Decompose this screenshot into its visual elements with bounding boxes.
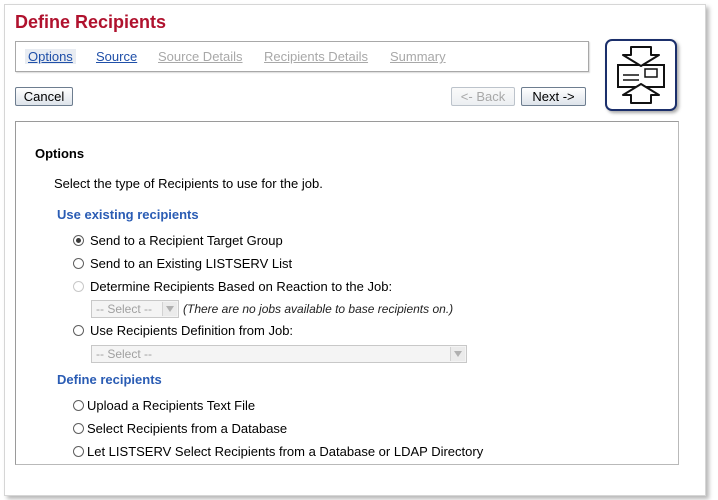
page-title: Define Recipients [15, 12, 167, 32]
cancel-button[interactable]: Cancel [15, 87, 73, 106]
radio-select-from-database[interactable] [73, 423, 84, 434]
radio-target-group[interactable] [73, 235, 84, 246]
step-recipients-details: Recipients Details [264, 49, 369, 64]
intro-text: Select the type of Recipients to use for… [54, 176, 323, 191]
job-select-value: -- Select -- [96, 347, 153, 361]
chevron-down-icon [450, 347, 465, 361]
reaction-job-select: -- Select -- [91, 300, 179, 318]
option-listserv-list[interactable]: Send to an Existing LISTSERV List [73, 256, 292, 271]
radio-reaction [73, 281, 84, 292]
chevron-down-icon [162, 302, 177, 316]
step-summary: Summary [390, 49, 446, 64]
step-source-details: Source Details [158, 49, 243, 64]
option-target-group[interactable]: Send to a Recipient Target Group [73, 233, 283, 248]
radio-listserv-select-ldap[interactable] [73, 446, 84, 457]
option-upload-text-file-label: Upload a Recipients Text File [87, 398, 256, 413]
option-select-from-database[interactable]: Select Recipients from a Database [73, 421, 287, 436]
step-source[interactable]: Source [96, 49, 137, 64]
option-target-group-label: Send to a Recipient Target Group [90, 233, 283, 248]
job-definition-select[interactable]: -- Select -- [91, 345, 467, 363]
option-listserv-select-ldap-label: Let LISTSERV Select Recipients from a Da… [87, 444, 484, 459]
radio-listserv-list[interactable] [73, 258, 84, 269]
step-options[interactable]: Options [25, 49, 76, 64]
define-recipients-window: Define Recipients Options Source Source … [4, 4, 706, 496]
option-select-from-database-label: Select Recipients from a Database [87, 421, 288, 436]
recipients-envelope-icon [605, 39, 677, 111]
define-recipients-heading: Define recipients [57, 372, 162, 387]
back-button[interactable]: <- Back [451, 87, 515, 106]
radio-job-definition[interactable] [73, 325, 84, 336]
option-upload-text-file[interactable]: Upload a Recipients Text File [73, 398, 255, 413]
options-panel: Options Select the type of Recipients to… [15, 121, 679, 465]
radio-upload-text-file[interactable] [73, 400, 84, 411]
option-reaction-label: Determine Recipients Based on Reaction t… [90, 279, 393, 294]
no-jobs-note: (There are no jobs available to base rec… [183, 302, 454, 316]
use-existing-heading: Use existing recipients [57, 207, 199, 222]
option-listserv-list-label: Send to an Existing LISTSERV List [90, 256, 293, 271]
option-job-definition[interactable]: Use Recipients Definition from Job: [73, 323, 293, 338]
option-job-definition-label: Use Recipients Definition from Job: [90, 323, 294, 338]
panel-heading: Options [35, 146, 85, 161]
wizard-steps-bar: Options Source Source Details Recipients… [15, 41, 589, 72]
option-reaction: Determine Recipients Based on Reaction t… [73, 279, 392, 294]
option-listserv-select-ldap[interactable]: Let LISTSERV Select Recipients from a Da… [73, 444, 483, 459]
reaction-select-value: -- Select -- [96, 302, 153, 316]
next-button[interactable]: Next -> [521, 87, 586, 106]
